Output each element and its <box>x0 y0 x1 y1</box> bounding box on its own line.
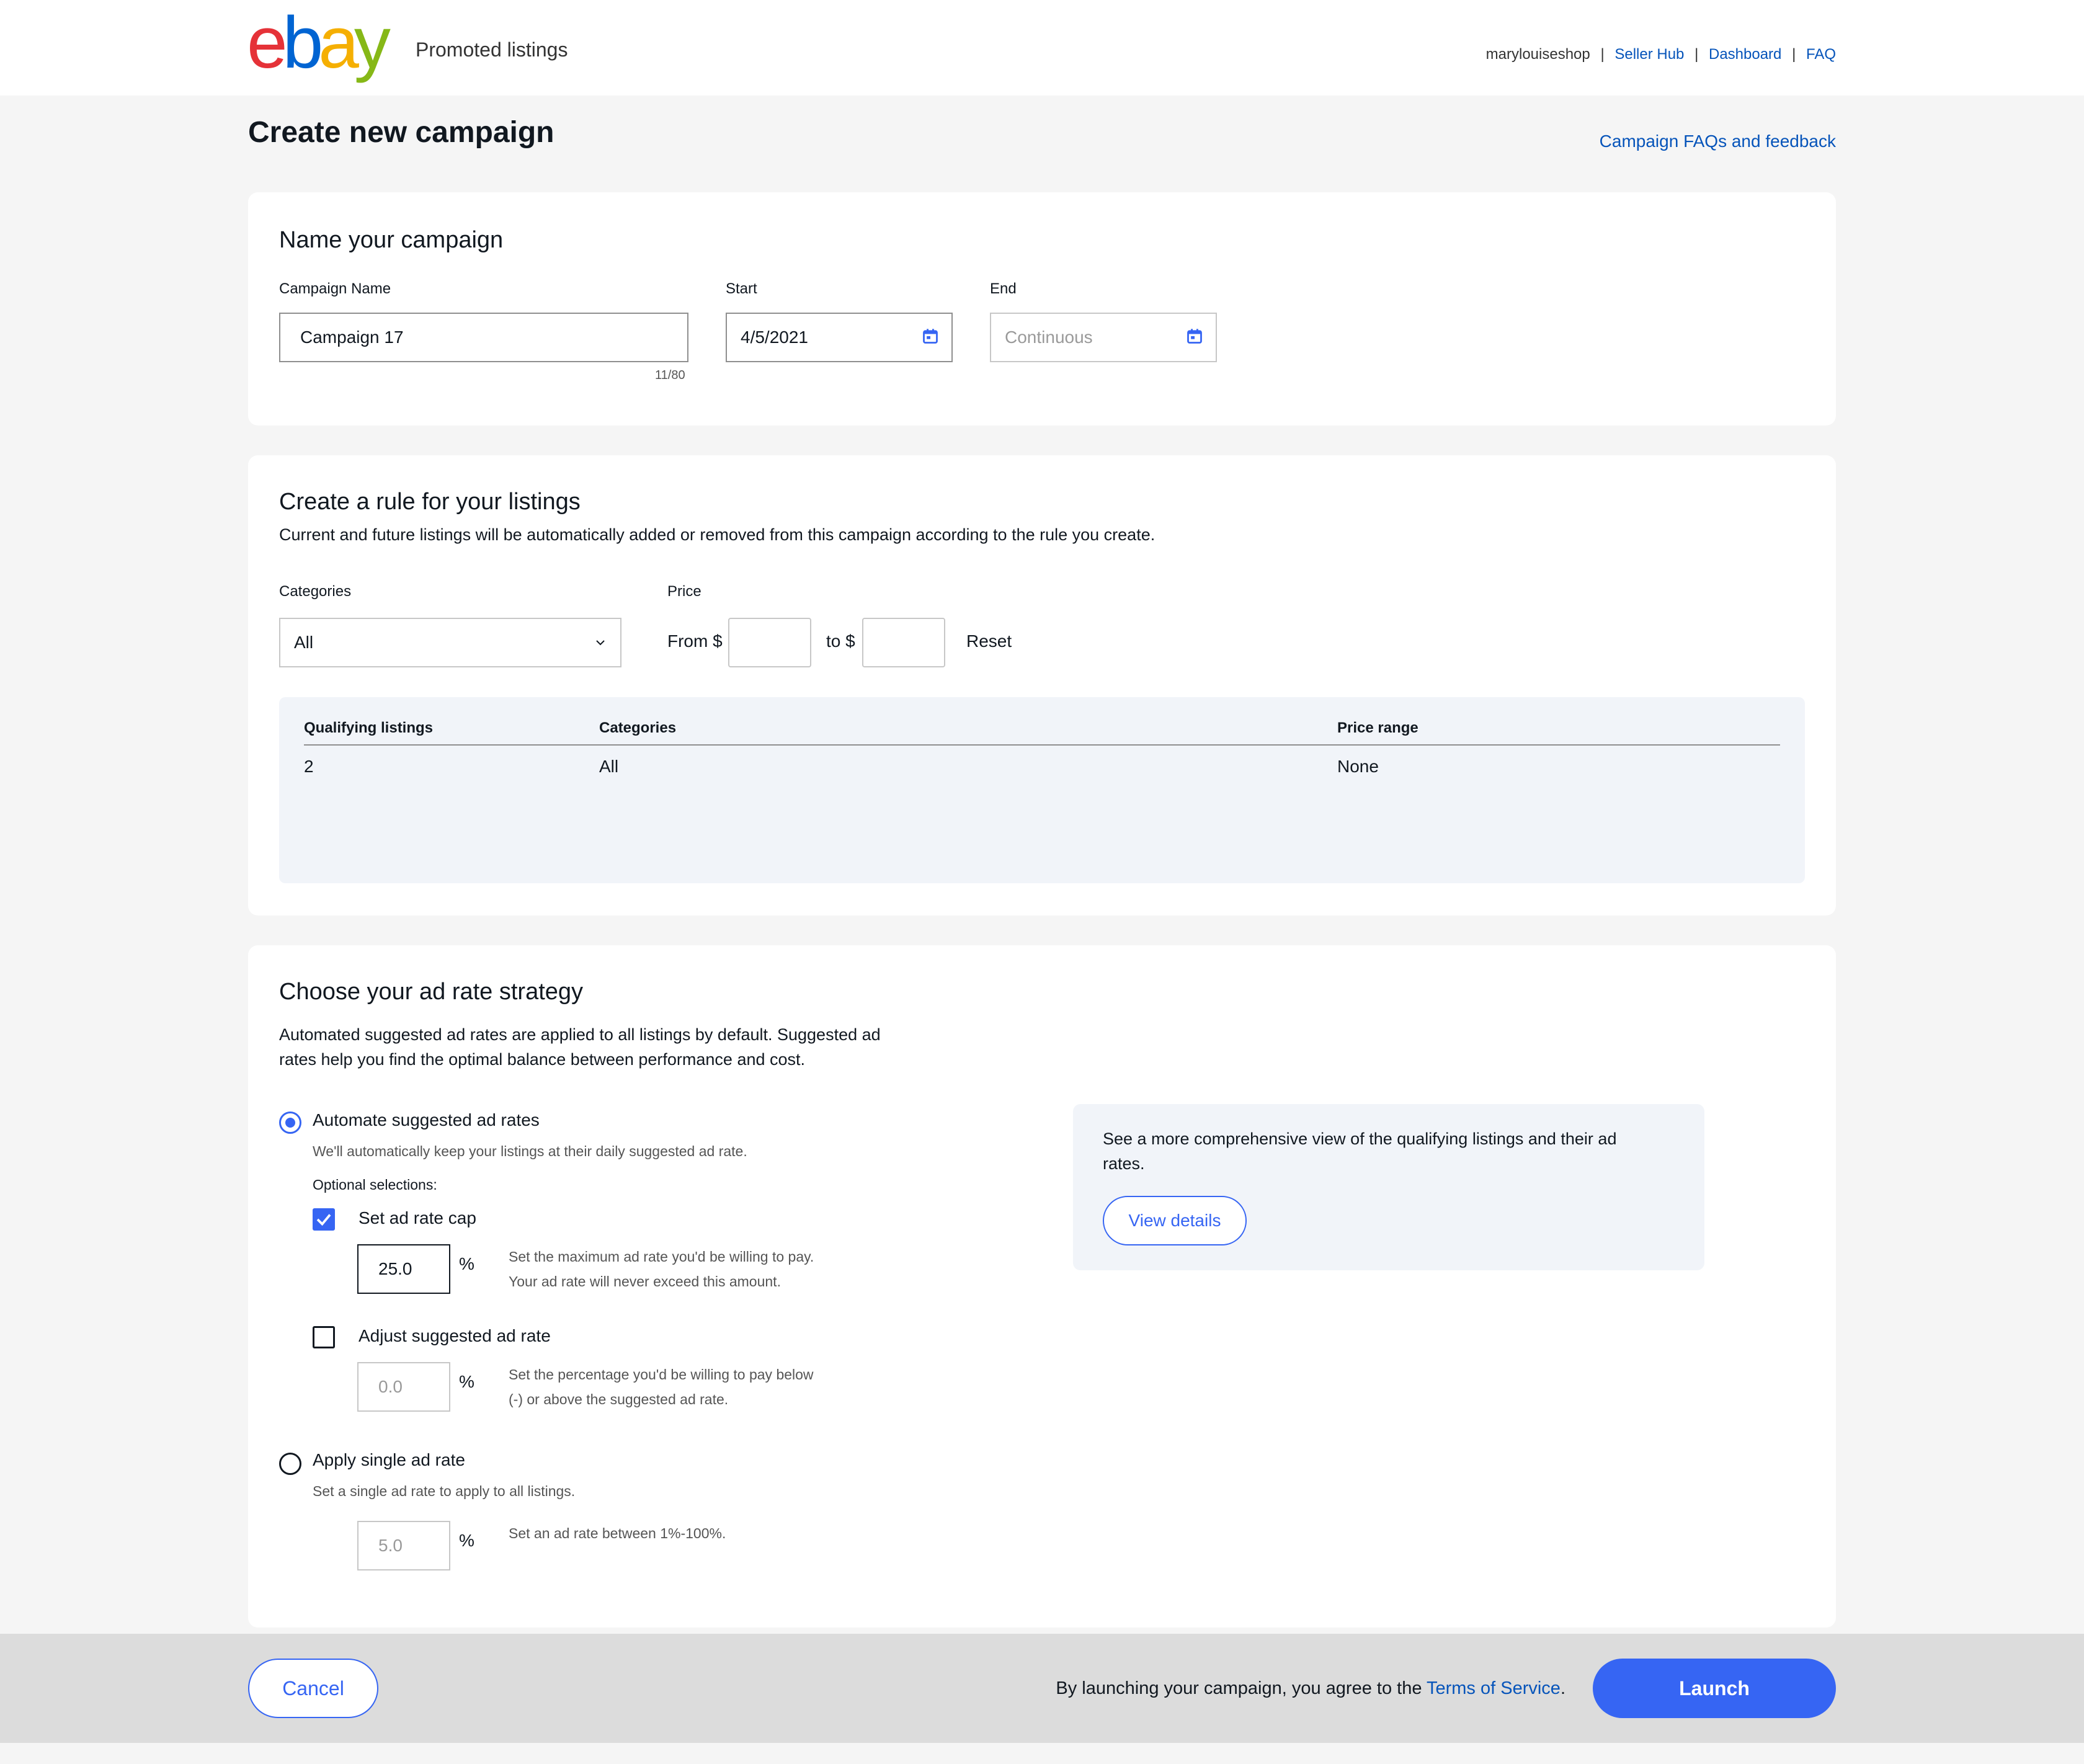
qualifying-listings-table: Qualifying listings Categories Price ran… <box>279 697 1805 883</box>
price-to-input[interactable] <box>862 618 945 667</box>
reset-link[interactable]: Reset <box>966 631 1012 651</box>
end-date-input[interactable]: Continuous <box>990 313 1217 362</box>
launch-button[interactable]: Launch <box>1593 1659 1836 1718</box>
ad-rate-cap-input[interactable]: 25.0 <box>357 1244 450 1294</box>
terms-suffix: . <box>1560 1678 1565 1698</box>
section-title: Name your campaign <box>279 227 504 253</box>
adjust-ad-rate-placeholder: 0.0 <box>378 1377 403 1396</box>
percent-unit: % <box>459 1254 474 1273</box>
calendar-icon[interactable] <box>922 327 939 345</box>
footer-bar: Cancel By launching your campaign, you a… <box>0 1634 2084 1743</box>
section-title: Choose your ad rate strategy <box>279 979 584 1005</box>
end-label: End <box>990 280 1017 297</box>
terms-prefix: By launching your campaign, you agree to… <box>1056 1678 1427 1698</box>
table-header: Qualifying listings <box>304 719 434 736</box>
ebay-logo[interactable]: ebay <box>247 6 391 79</box>
listing-rule-card: Create a rule for your listings Current … <box>248 455 1836 915</box>
single-ad-rate-hint: Set a single ad rate to apply to all lis… <box>313 1483 576 1499</box>
price-to-label: to $ <box>826 631 855 651</box>
page-title: Create new campaign <box>248 116 554 149</box>
single-ad-rate-placeholder: 5.0 <box>378 1536 403 1555</box>
terms-of-service-link[interactable]: Terms of Service <box>1427 1678 1561 1698</box>
percent-unit: % <box>459 1531 474 1550</box>
ad-rate-cap-hint: Set the maximum ad rate you'd be willing… <box>509 1249 814 1265</box>
categories-select[interactable]: All <box>279 618 621 667</box>
section-description-line: rates help you find the optimal balance … <box>279 1050 806 1069</box>
single-ad-rate-label[interactable]: Apply single ad rate <box>313 1450 465 1470</box>
single-ad-rate-range-hint: Set an ad rate between 1%-100%. <box>509 1525 726 1541</box>
categories-label: Categories <box>279 583 352 600</box>
adjust-ad-rate-input[interactable]: 0.0 <box>357 1362 450 1412</box>
calendar-icon[interactable] <box>1186 327 1203 345</box>
start-date-value: 4/5/2021 <box>741 327 808 347</box>
char-counter: 11/80 <box>655 368 685 382</box>
table-cell: All <box>599 757 619 776</box>
link-separator: | <box>1600 46 1605 63</box>
categories-value: All <box>294 633 314 652</box>
chevron-down-icon <box>596 640 605 646</box>
campaign-name-label: Campaign Name <box>279 280 391 297</box>
ad-rate-cap-checkbox[interactable] <box>313 1208 335 1231</box>
view-details-button[interactable]: View details <box>1103 1196 1247 1245</box>
single-ad-rate-radio[interactable] <box>279 1453 301 1475</box>
top-bar: ebay Promoted listings marylouiseshop | … <box>0 0 2084 96</box>
info-text-line: rates. <box>1103 1154 1145 1173</box>
table-cell: None <box>1337 757 1379 776</box>
cancel-button[interactable]: Cancel <box>248 1659 378 1718</box>
table-cell: 2 <box>304 757 314 776</box>
link-separator: | <box>1792 46 1796 63</box>
automate-hint: We'll automatically keep your listings a… <box>313 1143 747 1159</box>
adjust-ad-rate-hint: Set the percentage you'd be willing to p… <box>509 1366 814 1383</box>
section-title: Create a rule for your listings <box>279 489 581 515</box>
section-description-line: Automated suggested ad rates are applied… <box>279 1025 881 1044</box>
percent-unit: % <box>459 1372 474 1391</box>
checkmark-icon <box>316 1214 331 1226</box>
ad-rate-cap-value: 25.0 <box>378 1259 412 1278</box>
adjust-ad-rate-label[interactable]: Adjust suggested ad rate <box>358 1326 551 1346</box>
view-details-panel: See a more comprehensive view of the qua… <box>1073 1104 1704 1270</box>
section-description: Current and future listings will be auto… <box>279 525 1156 544</box>
price-from-input[interactable] <box>728 618 811 667</box>
app-subtitle: Promoted listings <box>416 38 568 61</box>
ad-rate-strategy-card: Choose your ad rate strategy Automated s… <box>248 945 1836 1628</box>
campaign-faq-link[interactable]: Campaign FAQs and feedback <box>1600 131 1836 151</box>
seller-hub-link[interactable]: Seller Hub <box>1614 46 1684 63</box>
dashboard-link[interactable]: Dashboard <box>1709 46 1781 63</box>
top-links: marylouiseshop | Seller Hub | Dashboard … <box>1486 46 1836 63</box>
faq-link[interactable]: FAQ <box>1806 46 1836 63</box>
price-from-label: From $ <box>667 631 723 651</box>
campaign-name-input[interactable]: Campaign 17 <box>279 313 688 362</box>
ad-rate-cap-label[interactable]: Set ad rate cap <box>358 1208 476 1228</box>
single-ad-rate-input[interactable]: 5.0 <box>357 1521 450 1570</box>
terms-agreement: By launching your campaign, you agree to… <box>1056 1678 1565 1699</box>
optional-selections-label: Optional selections: <box>313 1177 437 1193</box>
start-label: Start <box>726 280 757 297</box>
end-date-placeholder: Continuous <box>1005 327 1093 347</box>
automate-radio[interactable] <box>279 1111 301 1134</box>
price-label: Price <box>667 583 701 600</box>
name-campaign-card: Name your campaign Campaign Name Campaig… <box>248 192 1836 425</box>
table-header: Price range <box>1337 719 1418 736</box>
info-text: See a more comprehensive view of the qua… <box>1103 1126 1661 1176</box>
adjust-ad-rate-hint: (-) or above the suggested ad rate. <box>509 1391 729 1407</box>
start-date-input[interactable]: 4/5/2021 <box>726 313 953 362</box>
adjust-ad-rate-checkbox[interactable] <box>313 1326 335 1348</box>
campaign-name-value: Campaign 17 <box>300 327 404 347</box>
username: marylouiseshop <box>1485 46 1590 63</box>
ad-rate-cap-hint: Your ad rate will never exceed this amou… <box>509 1273 781 1290</box>
automate-label[interactable]: Automate suggested ad rates <box>313 1110 540 1130</box>
link-separator: | <box>1694 46 1699 63</box>
table-divider <box>304 744 1780 746</box>
info-text-line: See a more comprehensive view of the qua… <box>1103 1129 1617 1148</box>
table-header: Categories <box>599 719 677 736</box>
